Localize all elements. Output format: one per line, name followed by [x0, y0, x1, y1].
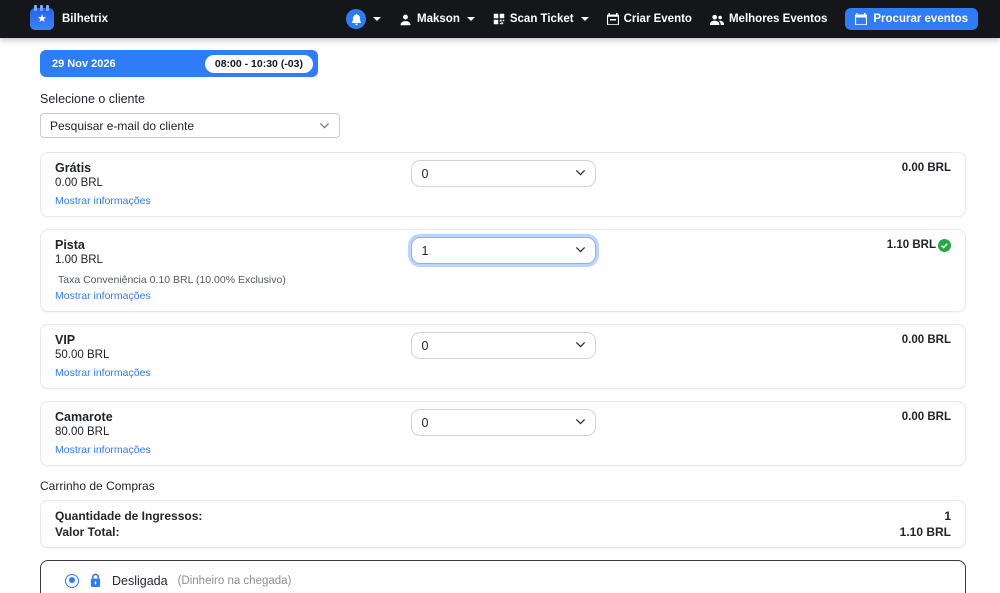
scan-ticket-dropdown[interactable]: Scan Ticket — [493, 13, 589, 25]
scan-ticket-label: Scan Ticket — [510, 13, 574, 25]
cart-title: Carrinho de Compras — [40, 478, 966, 494]
chevron-down-icon — [467, 17, 475, 21]
brand-name: Bilhetrix — [62, 13, 108, 25]
event-time-badge: 08:00 - 10:30 (-03) — [205, 55, 313, 73]
search-events-label: Procurar eventos — [873, 13, 968, 25]
quantity-select[interactable]: 1 — [411, 237, 596, 264]
quantity-select-wrap: 1 — [411, 237, 596, 264]
quantity-select-wrap: 0 — [411, 160, 596, 187]
ticket-subtotal-value: 0.00 BRL — [902, 409, 951, 425]
client-select-placeholder: Pesquisar e-mail do cliente — [50, 119, 194, 133]
ticket-subtotal: 0.00 BRL — [596, 160, 952, 176]
cart-total-label: Valor Total: — [55, 524, 119, 540]
cart-summary: Quantidade de Ingressos: 1 Valor Total: … — [40, 500, 966, 548]
payment-section: Desligada (Dinheiro na chegada) Instruçõ… — [40, 560, 966, 593]
main-content: 29 Nov 2026 08:00 - 10:30 (-03) Selecion… — [0, 38, 1000, 593]
ticket-subtotal-value: 0.00 BRL — [902, 332, 951, 348]
ticket-info: VIP 50.00 BRL Mostrar informações — [55, 332, 411, 381]
cart-quantity-label: Quantidade de Ingressos: — [55, 508, 202, 524]
bell-icon — [346, 9, 366, 29]
chevron-down-icon — [373, 17, 381, 21]
best-events-link[interactable]: Melhores Eventos — [710, 13, 827, 26]
search-events-button[interactable]: Procurar eventos — [845, 8, 978, 30]
show-info-link[interactable]: Mostrar informações — [55, 195, 151, 208]
client-search-select[interactable]: Pesquisar e-mail do cliente — [40, 113, 340, 138]
calendar-icon — [855, 13, 867, 25]
quantity-select-wrap: 0 — [411, 332, 596, 359]
ticket-info: Grátis 0.00 BRL Mostrar informações — [55, 160, 411, 209]
show-info-link[interactable]: Mostrar informações — [55, 444, 151, 457]
notifications-dropdown[interactable] — [346, 9, 381, 29]
chevron-down-icon — [319, 120, 330, 131]
quantity-select[interactable]: 0 — [411, 160, 596, 187]
cart-quantity-row: Quantidade de Ingressos: 1 — [55, 508, 951, 524]
ticket-info: Pista 1.00 BRL Taxa Conveniência 0.10 BR… — [55, 237, 411, 304]
client-select-label: Selecione o cliente — [40, 91, 966, 107]
brand[interactable]: Bilhetrix — [30, 8, 108, 30]
best-events-label: Melhores Eventos — [729, 13, 827, 25]
ticket-name: Pista — [55, 237, 411, 253]
check-circle-icon — [938, 239, 951, 252]
cart-total-value: 1.10 BRL — [900, 524, 951, 540]
create-event-link[interactable]: Criar Evento — [607, 13, 692, 25]
user-name: Makson — [417, 13, 460, 25]
event-date-banner[interactable]: 29 Nov 2026 08:00 - 10:30 (-03) — [40, 50, 318, 77]
ticket-card: Pista 1.00 BRL Taxa Conveniência 0.10 BR… — [40, 229, 966, 312]
ticket-price: 0.00 BRL — [55, 176, 411, 191]
ticket-name: Grátis — [55, 160, 411, 176]
show-info-link[interactable]: Mostrar informações — [55, 367, 151, 380]
quantity-select[interactable]: 0 — [411, 409, 596, 436]
ticket-price: 50.00 BRL — [55, 348, 411, 363]
ticket-subtotal: 0.00 BRL — [596, 332, 952, 348]
ticket-price: 80.00 BRL — [55, 425, 411, 440]
create-event-label: Criar Evento — [624, 13, 692, 25]
ticket-name: Camarote — [55, 409, 411, 425]
bilhetrix-logo-icon — [30, 8, 54, 30]
ticket-subtotal-value: 1.10 BRL — [887, 237, 936, 253]
quantity-select-wrap: 0 — [411, 409, 596, 436]
lock-icon — [89, 573, 102, 588]
ticket-card: VIP 50.00 BRL Mostrar informações 0 0.00… — [40, 324, 966, 389]
calendar-icon — [607, 13, 619, 25]
event-date: 29 Nov 2026 — [52, 58, 116, 70]
cart-quantity-value: 1 — [944, 508, 951, 524]
ticket-card: Camarote 80.00 BRL Mostrar informações 0… — [40, 401, 966, 466]
quantity-select[interactable]: 0 — [411, 332, 596, 359]
cart-total-row: Valor Total: 1.10 BRL — [55, 524, 951, 540]
ticket-subtotal: 1.10 BRL — [596, 237, 952, 253]
payment-method-name: Desligada — [112, 574, 168, 588]
navbar: Bilhetrix Makson Scan Ticket — [0, 0, 1000, 38]
show-info-link[interactable]: Mostrar informações — [55, 290, 151, 303]
ticket-fee-note: Taxa Conveniência 0.10 BRL (10.00% Exclu… — [55, 274, 411, 286]
navbar-right: Makson Scan Ticket Criar Evento Melhores… — [346, 8, 978, 30]
qr-grid-icon — [493, 13, 505, 25]
ticket-name: VIP — [55, 332, 411, 348]
ticket-card: Grátis 0.00 BRL Mostrar informações 0 0.… — [40, 152, 966, 217]
radio-selected-icon[interactable] — [65, 574, 79, 588]
payment-option-offline[interactable]: Desligada (Dinheiro na chegada) — [57, 573, 949, 588]
person-icon — [399, 13, 412, 26]
ticket-list: Grátis 0.00 BRL Mostrar informações 0 0.… — [40, 152, 966, 466]
ticket-info: Camarote 80.00 BRL Mostrar informações — [55, 409, 411, 458]
user-menu[interactable]: Makson — [399, 13, 475, 26]
people-icon — [710, 13, 724, 26]
ticket-subtotal-value: 0.00 BRL — [902, 160, 951, 176]
payment-method-note: (Dinheiro na chegada) — [178, 575, 292, 587]
ticket-subtotal: 0.00 BRL — [596, 409, 952, 425]
ticket-price: 1.00 BRL — [55, 253, 411, 268]
chevron-down-icon — [581, 17, 589, 21]
